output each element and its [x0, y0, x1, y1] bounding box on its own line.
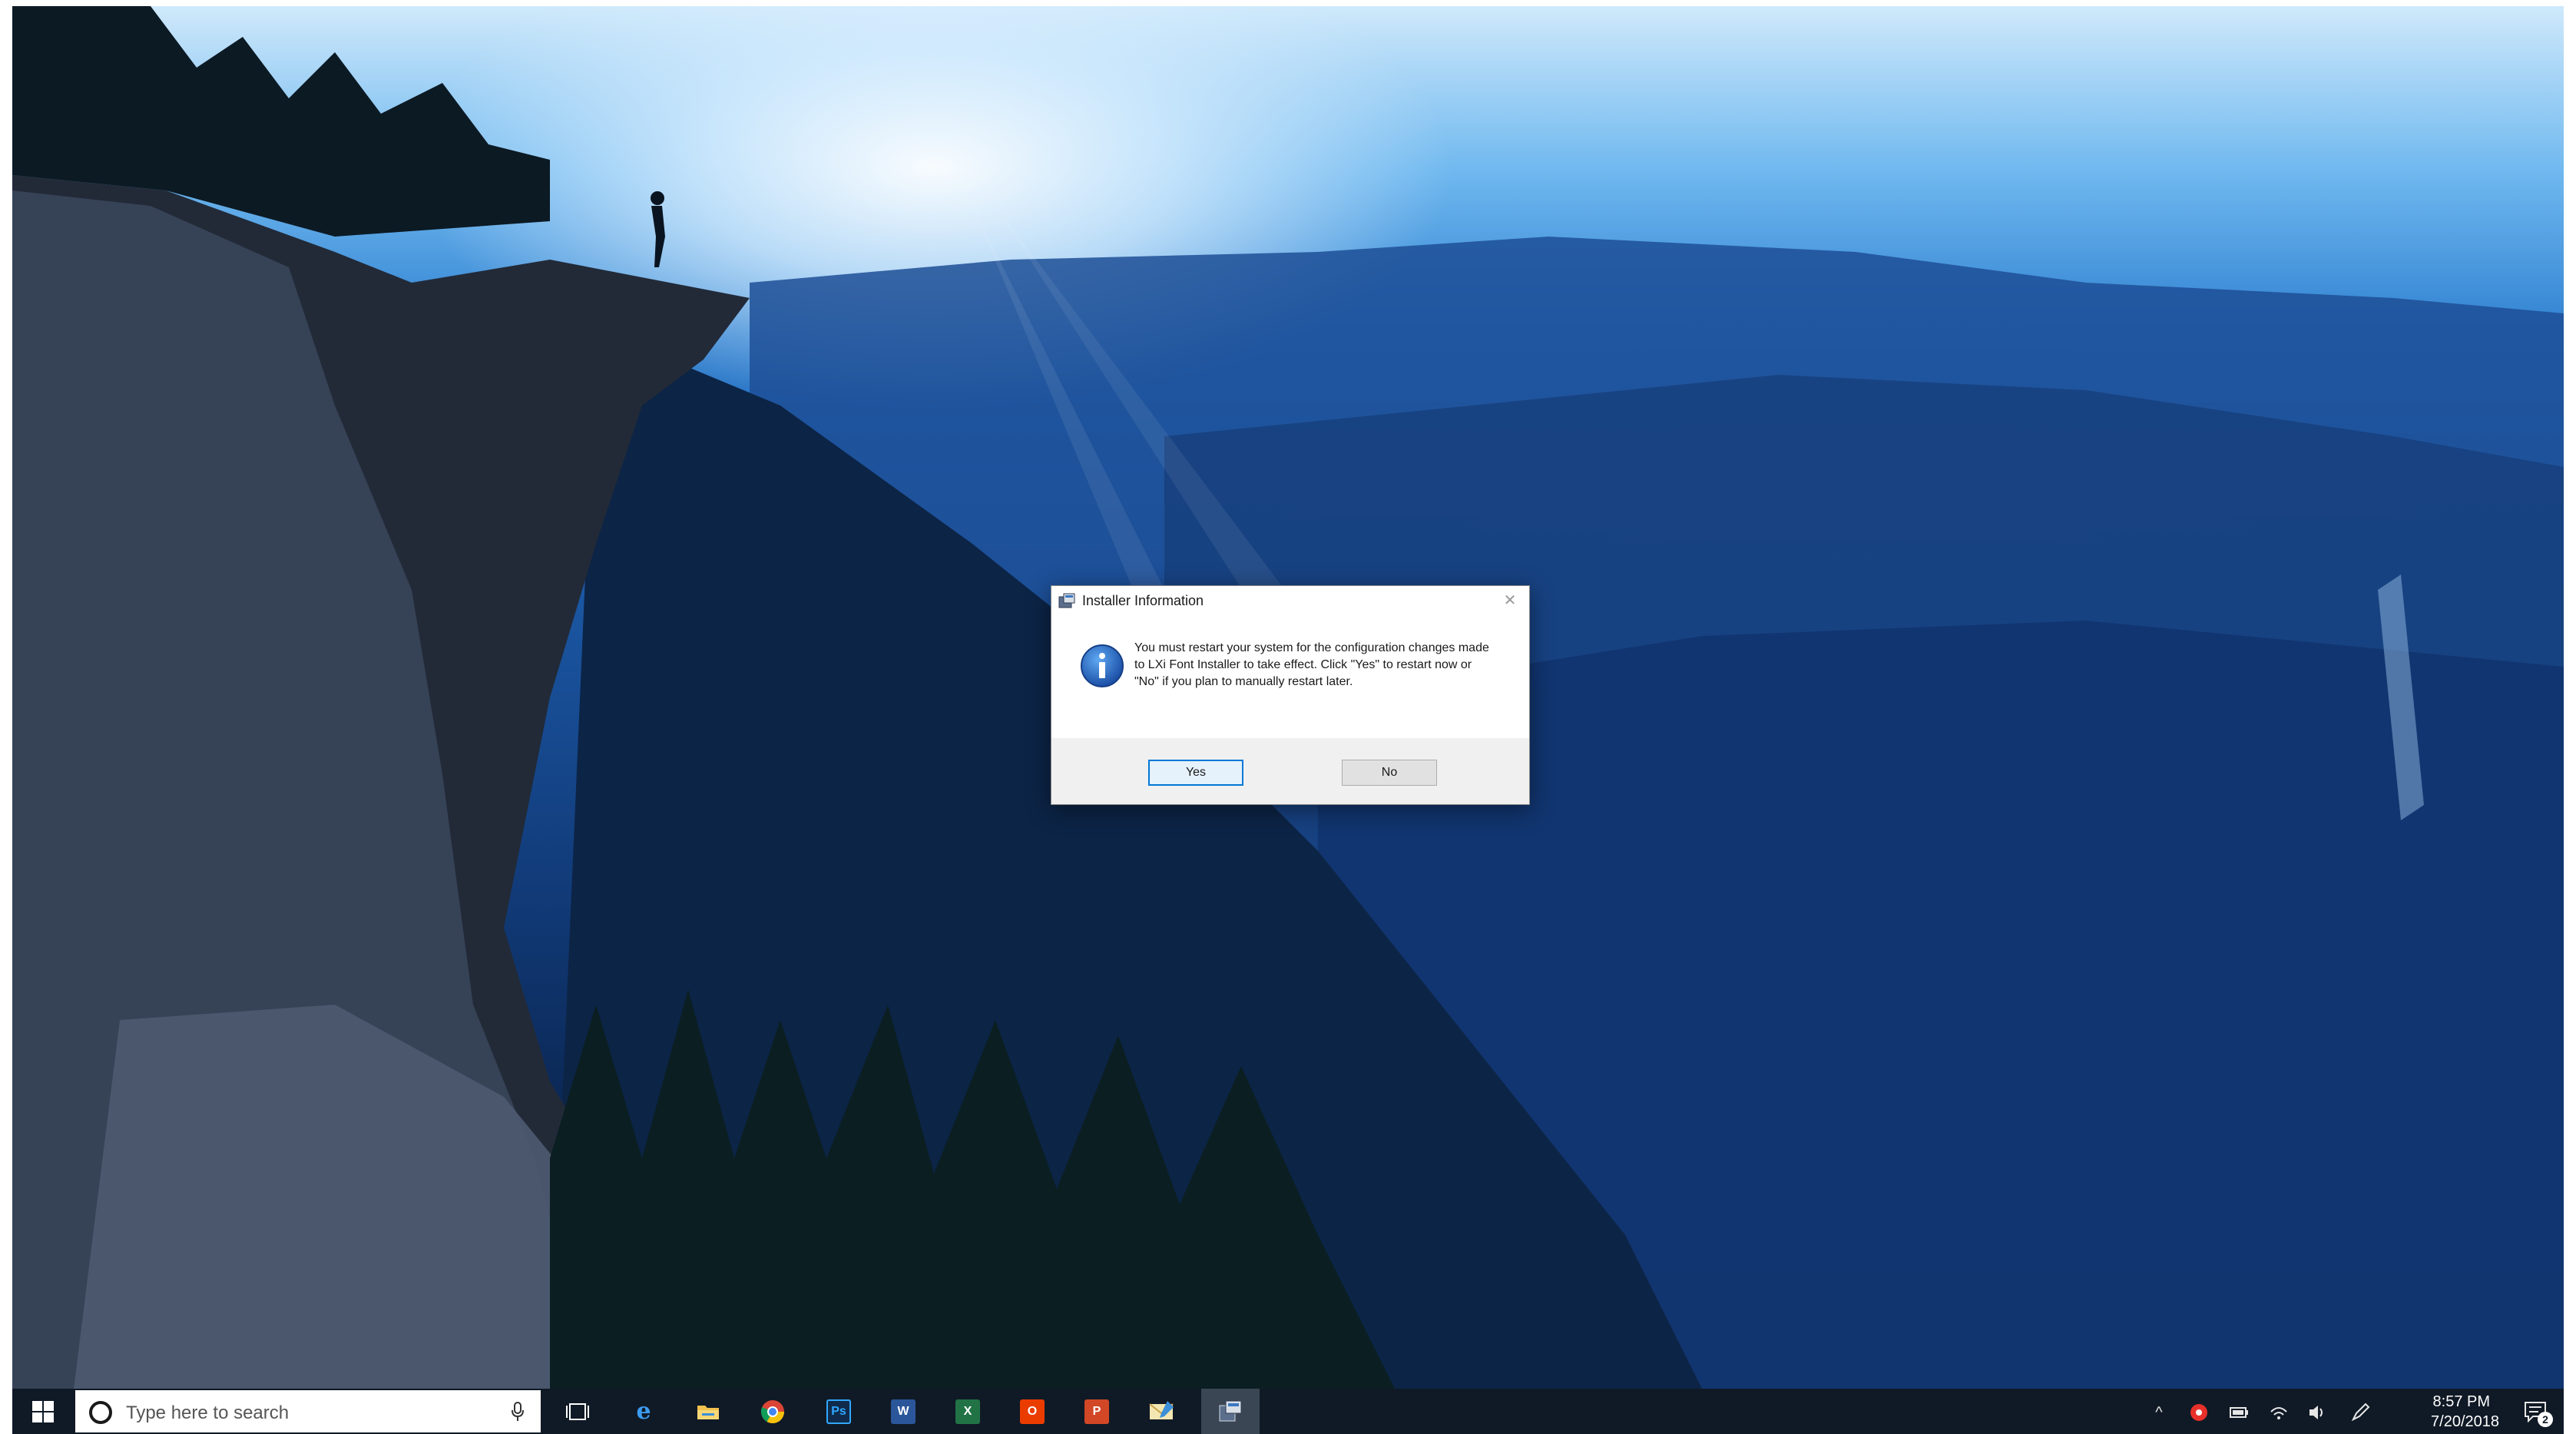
powerpoint-icon[interactable]: P: [1080, 1395, 1114, 1429]
clock-date[interactable]: 7/20/2018: [2431, 1413, 2499, 1431]
edge-icon[interactable]: e: [627, 1395, 661, 1429]
search-input[interactable]: Type here to search: [75, 1390, 541, 1432]
office-icon[interactable]: O: [1015, 1395, 1049, 1429]
close-icon[interactable]: ✕: [1500, 591, 1520, 611]
battery-icon[interactable]: [2229, 1403, 2249, 1422]
search-placeholder: Type here to search: [126, 1403, 290, 1423]
installer-dialog: Installer Information ✕ You must restart…: [1051, 585, 1530, 805]
dialog-title: Installer Information: [1082, 593, 1204, 608]
installer-app-icon: [1058, 593, 1075, 608]
dialog-footer: Yes No: [1051, 738, 1529, 804]
word-icon[interactable]: W: [886, 1395, 920, 1429]
taskbar: Type here to search e Ps W X O P ^ 8:57 …: [12, 1389, 2564, 1434]
notification-count-badge: 2: [2538, 1412, 2553, 1427]
microphone-icon[interactable]: [510, 1401, 525, 1422]
pen-icon[interactable]: [2350, 1403, 2370, 1422]
mail-icon[interactable]: [1144, 1395, 1178, 1429]
info-icon: [1081, 644, 1124, 687]
file-explorer-icon[interactable]: [691, 1395, 725, 1429]
chevron-up-icon[interactable]: ^: [2149, 1403, 2169, 1422]
no-button[interactable]: No: [1342, 760, 1437, 786]
chrome-icon[interactable]: [756, 1395, 790, 1429]
volume-icon[interactable]: [2307, 1403, 2327, 1422]
start-button[interactable]: [12, 1389, 74, 1434]
windows-logo-icon: [32, 1401, 54, 1422]
desktop-screen: Installer Information ✕ You must restart…: [12, 6, 2564, 1434]
dialog-message: You must restart your system for the con…: [1134, 641, 1489, 688]
excel-icon[interactable]: X: [951, 1395, 985, 1429]
antivirus-icon[interactable]: [2189, 1403, 2209, 1422]
photoshop-icon[interactable]: Ps: [822, 1395, 856, 1429]
wifi-icon[interactable]: [2269, 1403, 2289, 1422]
clock-time[interactable]: 8:57 PM: [2433, 1393, 2490, 1411]
cortana-icon: [89, 1401, 112, 1424]
task-view-icon[interactable]: [561, 1395, 594, 1429]
dialog-titlebar[interactable]: Installer Information ✕: [1051, 586, 1529, 617]
installer-icon[interactable]: [1214, 1395, 1247, 1429]
system-tray: ^ 8:57 PM 7/20/2018 2: [2149, 1389, 2564, 1434]
yes-button[interactable]: Yes: [1148, 760, 1243, 786]
dialog-body: You must restart your system for the con…: [1051, 617, 1529, 738]
